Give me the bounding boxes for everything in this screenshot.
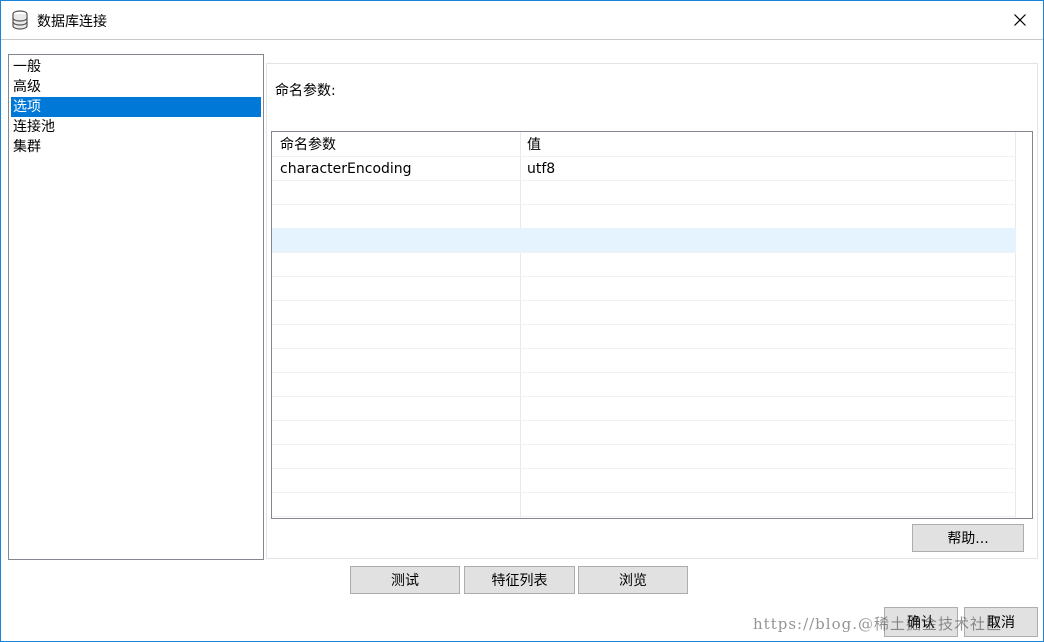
table-row[interactable] [272, 228, 1016, 253]
help-button[interactable]: 帮助... [912, 524, 1024, 552]
table-row[interactable] [272, 396, 1016, 421]
header-param-name[interactable]: 命名参数 [280, 132, 510, 156]
nav-item-general[interactable]: 一般 [11, 57, 261, 77]
table-row[interactable] [272, 492, 1016, 517]
table-row[interactable] [272, 180, 1016, 205]
feature-list-button[interactable]: 特征列表 [464, 566, 575, 594]
param-name-cell[interactable]: characterEncoding [280, 156, 510, 180]
database-icon [12, 10, 28, 30]
param-value-cell[interactable]: utf8 [527, 156, 1007, 180]
table-row[interactable] [272, 372, 1016, 397]
table-row[interactable] [272, 276, 1016, 301]
browse-button[interactable]: 浏览 [578, 566, 688, 594]
table-row[interactable] [272, 324, 1016, 349]
test-button[interactable]: 测试 [350, 566, 460, 594]
table-row[interactable] [272, 204, 1016, 229]
ok-button[interactable]: 确认 [884, 607, 958, 637]
database-connection-dialog: 数据库连接 一般 高级 选项 连接池 集群 命名参数: 命名参数 值 chara… [0, 0, 1044, 642]
cancel-button[interactable]: 取消 [964, 607, 1038, 637]
named-params-label: 命名参数: [275, 83, 336, 99]
header-value[interactable]: 值 [527, 132, 1007, 156]
table-row[interactable] [272, 468, 1016, 493]
window-title: 数据库连接 [37, 14, 107, 30]
table-row[interactable] [272, 444, 1016, 469]
close-icon [1014, 14, 1026, 26]
title-bar: 数据库连接 [1, 1, 1043, 40]
named-params-table: 命名参数 值 characterEncoding utf8 [271, 131, 1033, 519]
options-panel: 命名参数: 命名参数 值 characterEncoding utf8 帮助..… [266, 63, 1038, 559]
table-row[interactable] [272, 420, 1016, 445]
nav-item-options[interactable]: 选项 [11, 97, 261, 117]
table-header-row: 命名参数 值 [272, 132, 1016, 157]
close-button[interactable] [997, 1, 1043, 39]
nav-item-cluster[interactable]: 集群 [11, 137, 261, 157]
table-row[interactable] [272, 300, 1016, 325]
nav-item-connection-pool[interactable]: 连接池 [11, 117, 261, 137]
nav-item-advanced[interactable]: 高级 [11, 77, 261, 97]
table-row[interactable] [272, 252, 1016, 277]
category-list: 一般 高级 选项 连接池 集群 [8, 54, 264, 560]
table-row[interactable] [272, 348, 1016, 373]
table-row[interactable]: characterEncoding utf8 [272, 156, 1016, 181]
